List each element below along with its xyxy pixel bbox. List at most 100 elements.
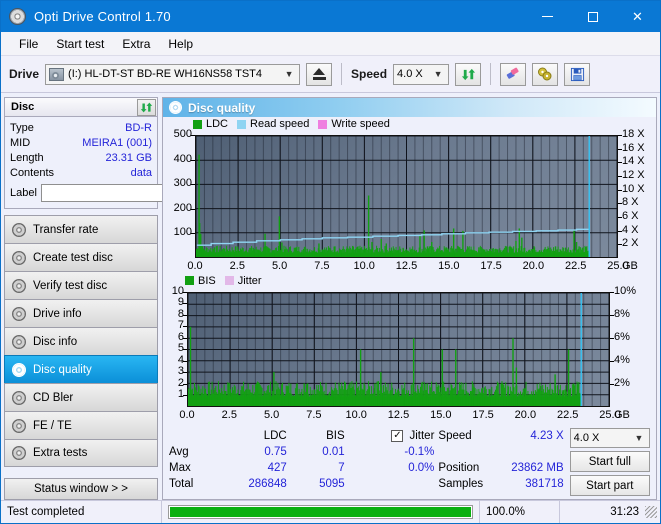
x-axis-tick-label: 12.5 — [387, 408, 410, 421]
sidebar-item-extra-tests[interactable]: Extra tests — [4, 439, 158, 467]
sidebar-item-create-test-disc[interactable]: Create test disc — [4, 243, 158, 271]
y2-axis-tick-label: 6% — [614, 330, 630, 343]
eject-icon — [313, 68, 326, 75]
y2-axis-tick-label: 18 X — [622, 128, 645, 140]
drive-select[interactable]: (I:) HL-DT-ST BD-RE WH16NS58 TST4 ▼ — [45, 63, 301, 85]
stats-bis-max: 7 — [338, 462, 345, 474]
y2-axis-tick — [610, 360, 614, 362]
resize-grip[interactable] — [645, 506, 657, 518]
start-full-button[interactable]: Start full — [569, 451, 651, 472]
x-axis-tick-label: 0.0 — [187, 260, 203, 272]
y2-axis-tick-label: 14 X — [622, 155, 645, 168]
y-axis-tick-label: 8 — [177, 307, 184, 320]
legend-swatch — [318, 119, 328, 129]
speed-select-value: 4.0 X — [397, 68, 423, 80]
y-axis-tick — [183, 349, 187, 351]
elapsed-time: 31:23 — [559, 501, 645, 523]
disc-length-value: 23.31 GB — [105, 151, 152, 164]
app-window: Opti Drive Control 1.70 ✕ File Start tes… — [0, 0, 661, 524]
transfer-rate-icon — [12, 222, 26, 237]
disc-tools-icon — [538, 67, 552, 81]
sidebar-item-transfer-rate[interactable]: Transfer rate — [4, 215, 158, 243]
maximize-button[interactable] — [570, 1, 615, 32]
disc-row-contents: Contents data — [10, 165, 152, 180]
sidebar-item-drive-info[interactable]: Drive info — [4, 299, 158, 327]
x-axis-tick-label: 12.5 — [395, 260, 418, 272]
fe-te-icon — [12, 418, 26, 433]
menu-start-test[interactable]: Start test — [47, 35, 113, 53]
samples-stat-label: Samples — [438, 478, 484, 490]
stats-col-bis-header: BIS — [326, 430, 345, 442]
stats-bis-total: 5095 — [319, 478, 345, 490]
refresh-button[interactable] — [455, 62, 482, 86]
y2-axis-tick-label: 4% — [614, 353, 630, 366]
sidebar-item-label: Disc info — [33, 335, 78, 348]
legend-swatch — [237, 119, 247, 129]
sidebar-item-cd-bler[interactable]: CD Bler — [4, 383, 158, 411]
y-axis-tick-label: 100 — [173, 226, 192, 239]
test-nav-list: Transfer rate Create test disc Verify te… — [4, 215, 158, 467]
y-axis-tick-label: 5 — [177, 342, 184, 355]
menu-extra[interactable]: Extra — [113, 35, 159, 53]
start-part-button[interactable]: Start part — [569, 475, 651, 496]
legend-label: BIS — [198, 274, 216, 287]
title-bar: Opti Drive Control 1.70 ✕ — [1, 1, 660, 32]
disc-tools-button[interactable] — [532, 62, 559, 86]
save-button[interactable] — [564, 62, 591, 86]
disc-refresh-button[interactable] — [137, 98, 156, 116]
disc-mid-label: MID — [10, 136, 31, 149]
menu-file[interactable]: File — [10, 35, 47, 53]
y2-axis-tick-label: 8% — [614, 307, 630, 320]
y-axis-tick — [183, 314, 187, 316]
test-speed-select[interactable]: 4.0 X ▼ — [569, 428, 651, 448]
jitter-checkbox[interactable]: ✓ — [391, 430, 404, 442]
y2-axis-tick — [618, 230, 622, 232]
x-axis-tick-label: 7.5 — [306, 408, 322, 421]
eject-button[interactable] — [306, 62, 333, 86]
chevron-down-icon: ▼ — [433, 69, 443, 79]
close-button[interactable]: ✕ — [615, 1, 660, 32]
legend-swatch — [224, 276, 234, 286]
sidebar-item-disc-quality[interactable]: Disc quality — [4, 355, 158, 383]
content-area: Disc Type BD-R MID MEIRA1 (001) Length 2… — [1, 93, 660, 500]
stats-jitter-max: 0.0% — [408, 462, 435, 474]
sidebar-item-fe-te[interactable]: FE / TE — [4, 411, 158, 439]
stats-col-bis: BIS 0.01 7 5095 — [287, 428, 345, 496]
y2-axis-tick-label: 16 X — [622, 141, 645, 154]
sidebar-item-label: Create test disc — [33, 251, 113, 264]
x-axis-unit-label: GB — [622, 260, 638, 272]
sidebar-item-disc-info[interactable]: Disc info — [4, 327, 158, 355]
y-axis-tick-label: 3 — [177, 365, 184, 378]
test-speed-value: 4.0 X — [573, 432, 600, 444]
y-axis-tick-label: 9 — [177, 296, 184, 309]
erase-button[interactable] — [500, 62, 527, 86]
speed-select[interactable]: 4.0 X ▼ — [393, 63, 450, 85]
status-window-button[interactable]: Status window > > — [4, 478, 158, 500]
sidebar-item-verify-test-disc[interactable]: Verify test disc — [4, 271, 158, 299]
y2-axis-tick — [618, 203, 622, 205]
drive-select-value: (I:) HL-DT-ST BD-RE WH16NS58 TST4 — [68, 68, 262, 80]
legend-label: Read speed — [250, 118, 310, 130]
charts-area: LDC Read speed Write speed 100 200 300 400 500 2… — [163, 117, 656, 424]
y-axis-tick — [191, 184, 195, 186]
app-disc-icon — [9, 8, 26, 25]
stats-col-jitter: ✓ Jitter -0.1% 0.0% — [345, 428, 439, 496]
x-axis-tick-label: 5.0 — [263, 408, 280, 421]
sidebar-item-label: CD Bler — [33, 391, 74, 404]
y2-axis-tick — [618, 217, 622, 218]
speed-label: Speed — [351, 67, 388, 81]
x-axis-tick-label: 10.0 — [353, 260, 375, 272]
minimize-button[interactable] — [525, 1, 570, 32]
disc-quality-icon — [169, 101, 182, 114]
menu-help[interactable]: Help — [159, 35, 202, 53]
progress-fill — [170, 507, 471, 517]
y-axis-tick — [183, 326, 187, 328]
samples-stat-value: 381718 — [525, 478, 564, 490]
stats-jitter-total — [345, 476, 435, 492]
y-axis-tick-label: 2 — [177, 376, 184, 389]
stats-panel: Avg Max Total LDC 0.75 427 286848 BIS 0.… — [163, 424, 656, 499]
y-axis-tick — [191, 208, 195, 210]
disc-type-label: Type — [10, 121, 34, 134]
y-axis-tick-label: 200 — [173, 201, 192, 214]
